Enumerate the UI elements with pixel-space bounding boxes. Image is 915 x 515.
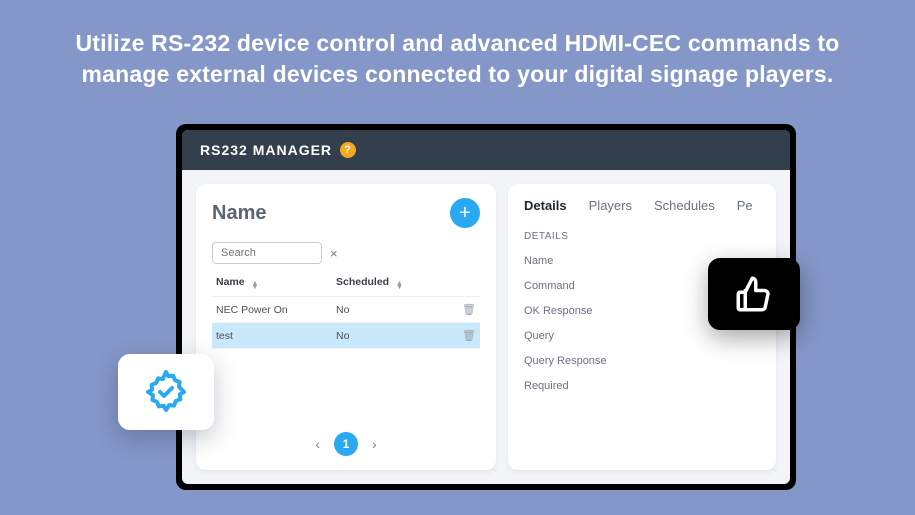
- app-topbar: RS232 MANAGER ?: [182, 130, 790, 170]
- cell-name: test: [216, 330, 336, 342]
- field-required: Required: [524, 380, 760, 392]
- details-heading: DETAILS: [524, 231, 760, 242]
- table-row[interactable]: test No 🗑: [212, 323, 480, 349]
- tab-schedules[interactable]: Schedules: [654, 198, 715, 213]
- tab-players[interactable]: Players: [589, 198, 632, 213]
- tabs: Details Players Schedules Pe: [524, 198, 760, 213]
- table-header: Name ▲▼ Scheduled ▲▼: [212, 270, 480, 297]
- thumbs-up-icon: [733, 273, 775, 315]
- col-scheduled[interactable]: Scheduled ▲▼: [336, 276, 456, 290]
- pager: ‹ 1 ›: [212, 418, 480, 456]
- tab-permissions[interactable]: Pe: [737, 198, 753, 213]
- cell-name: NEC Power On: [216, 304, 336, 316]
- sort-icon: ▲▼: [396, 282, 403, 290]
- field-query-response: Query Response: [524, 355, 760, 367]
- pager-next-icon[interactable]: ›: [372, 436, 377, 452]
- search-input[interactable]: [212, 242, 322, 264]
- sort-icon: ▲▼: [252, 282, 259, 290]
- delete-icon[interactable]: 🗑: [456, 329, 476, 342]
- pager-page[interactable]: 1: [334, 432, 358, 456]
- tab-details[interactable]: Details: [524, 198, 567, 213]
- cell-scheduled: No: [336, 330, 456, 342]
- table-row[interactable]: NEC Power On No 🗑: [212, 297, 480, 323]
- add-button[interactable]: +: [450, 198, 480, 228]
- gear-badge: [118, 354, 214, 430]
- thumbs-up-badge: [708, 258, 800, 330]
- app-screen: RS232 MANAGER ? Name + × Name ▲▼: [182, 130, 790, 484]
- field-query: Query: [524, 330, 760, 342]
- app-title: RS232 MANAGER: [200, 142, 332, 158]
- gear-check-icon: [142, 368, 190, 416]
- pager-prev-icon[interactable]: ‹: [315, 436, 320, 452]
- help-icon[interactable]: ?: [340, 142, 356, 158]
- monitor-frame: RS232 MANAGER ? Name + × Name ▲▼: [176, 124, 796, 490]
- delete-icon[interactable]: 🗑: [456, 303, 476, 316]
- headline-text: Utilize RS-232 device control and advanc…: [0, 0, 915, 90]
- clear-search-icon[interactable]: ×: [330, 246, 338, 261]
- panel-title-name: Name: [212, 202, 266, 225]
- content-area: Name + × Name ▲▼ Scheduled ▲▼: [182, 170, 790, 484]
- col-name[interactable]: Name ▲▼: [216, 276, 336, 290]
- name-panel: Name + × Name ▲▼ Scheduled ▲▼: [196, 184, 496, 470]
- cell-scheduled: No: [336, 304, 456, 316]
